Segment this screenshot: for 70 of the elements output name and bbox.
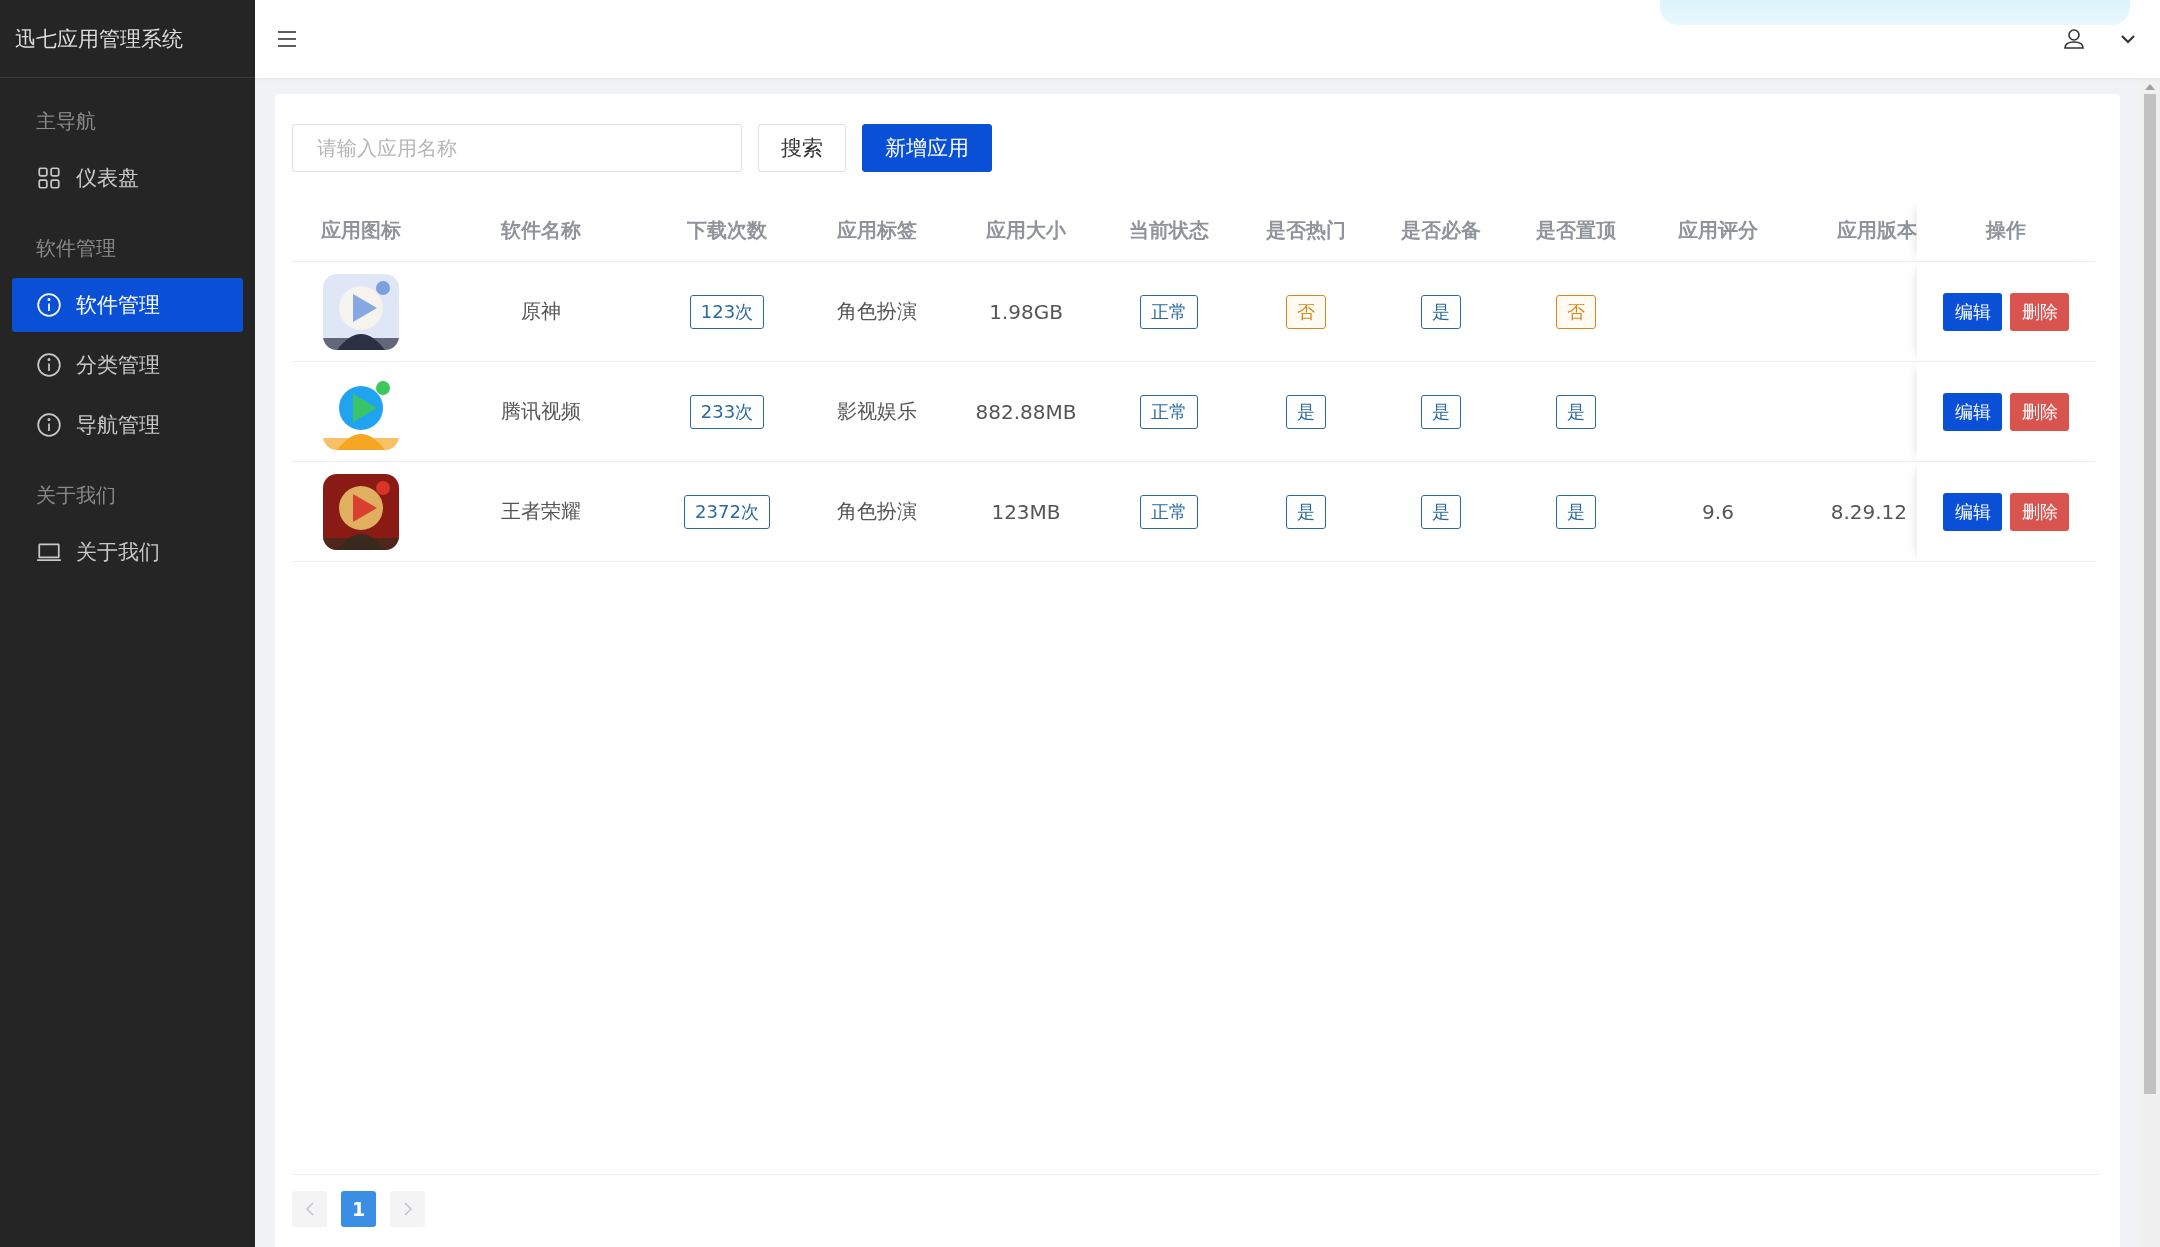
category-text: 角色扮演	[837, 498, 917, 525]
chevron-right-icon	[402, 1201, 413, 1217]
scrollbar-thumb[interactable]	[2144, 94, 2156, 1094]
column-header: 是否置顶	[1535, 217, 1616, 244]
app-name: 原神	[521, 298, 561, 325]
flag-tag: 是	[1285, 394, 1326, 429]
nav-item[interactable]: 软件管理	[12, 278, 243, 332]
user-icon[interactable]	[2062, 27, 2086, 51]
next-page-button[interactable]	[390, 1191, 425, 1227]
menu-icon[interactable]	[277, 30, 297, 48]
app-name: 王者荣耀	[501, 498, 581, 525]
category-text: 影视娱乐	[837, 398, 917, 425]
nav-item[interactable]: 分类管理	[12, 338, 243, 392]
delete-button[interactable]: 删除	[2010, 292, 2069, 331]
grid-icon	[36, 165, 62, 191]
search-field[interactable]: 请输入应用名称	[292, 124, 742, 172]
edit-button[interactable]: 编辑	[1943, 392, 2002, 431]
add-app-button[interactable]: 新增应用	[862, 124, 992, 172]
column-header: 应用版本	[1837, 217, 1917, 244]
nav-item[interactable]: 关于我们	[12, 525, 243, 579]
info-icon	[36, 292, 62, 318]
edit-button[interactable]: 编辑	[1943, 492, 2002, 531]
nav-item[interactable]: 仪表盘	[12, 151, 243, 205]
download-count-tag: 123次	[689, 294, 765, 329]
column-header: 应用评分	[1678, 217, 1758, 244]
flag-tag: 是	[1420, 494, 1461, 529]
column-header: 当前状态	[1129, 217, 1209, 244]
chevron-down-icon[interactable]	[2120, 33, 2136, 45]
nav-group-label: 软件管理	[36, 235, 116, 262]
flag-tag: 是	[1420, 294, 1461, 329]
column-header: 是否热门	[1265, 217, 1346, 244]
delete-button[interactable]: 删除	[2010, 392, 2069, 431]
size-text: 1.98GB	[989, 299, 1063, 324]
status-tag: 正常	[1140, 394, 1198, 429]
column-header: 下载次数	[687, 217, 767, 244]
delete-button[interactable]: 删除	[2010, 492, 2069, 531]
column-header: 应用标签	[837, 217, 917, 244]
column-header: 应用大小	[986, 217, 1066, 244]
nav-group-label: 主导航	[36, 108, 96, 135]
previous-page-button[interactable]	[292, 1191, 327, 1227]
status-tag: 正常	[1140, 294, 1198, 329]
page-button[interactable]: 1	[341, 1191, 376, 1227]
flag-tag: 否	[1555, 294, 1596, 329]
chevron-left-icon	[304, 1201, 315, 1217]
nav-item[interactable]: 导航管理	[12, 398, 243, 452]
app-name: 腾讯视频	[501, 398, 581, 425]
size-text: 882.88MB	[975, 399, 1077, 424]
column-header: 操作	[1986, 217, 2026, 244]
flag-tag: 否	[1285, 294, 1326, 329]
scroll-up-icon[interactable]	[2145, 84, 2155, 90]
download-count-tag: 233次	[689, 394, 765, 429]
flag-tag: 是	[1420, 394, 1461, 429]
size-text: 123MB	[991, 499, 1061, 524]
flag-tag: 是	[1555, 394, 1596, 429]
flag-tag: 是	[1285, 494, 1326, 529]
search-button[interactable]: 搜索	[758, 124, 846, 172]
flag-tag: 是	[1555, 494, 1596, 529]
column-header: 是否必备	[1400, 217, 1481, 244]
rating-text: 9.6	[1702, 499, 1734, 524]
status-tag: 正常	[1140, 494, 1198, 529]
download-count-tag: 2372次	[684, 494, 770, 529]
column-header: 应用图标	[321, 217, 401, 244]
category-text: 角色扮演	[837, 298, 917, 325]
nav-group-label: 关于我们	[36, 482, 116, 509]
app-title: 迅七应用管理系统	[15, 25, 183, 53]
edit-button[interactable]: 编辑	[1943, 292, 2002, 331]
info-icon	[36, 352, 62, 378]
version-text: 8.29.12	[1830, 499, 1907, 524]
info-icon	[36, 412, 62, 438]
column-header: 软件名称	[501, 217, 581, 244]
